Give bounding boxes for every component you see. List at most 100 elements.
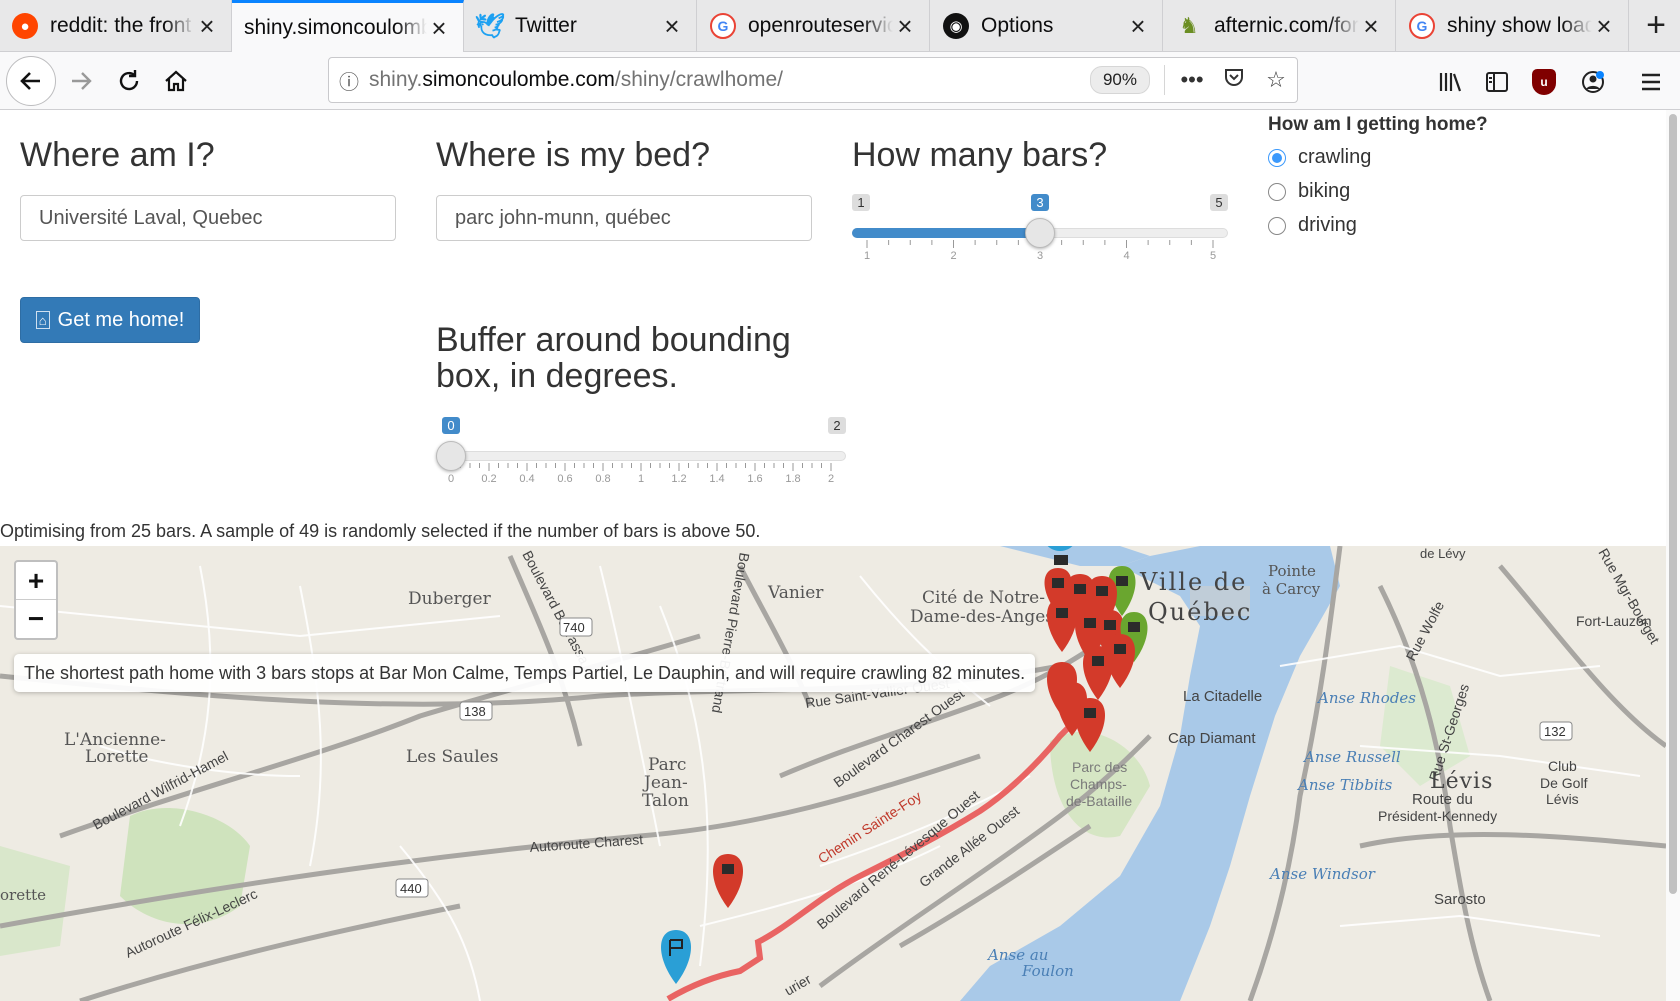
map-label-cite2: Dame-des-Anges bbox=[910, 607, 1054, 627]
radio-label: biking bbox=[1298, 180, 1351, 202]
slider-max-label: 5 bbox=[1210, 194, 1228, 211]
svg-text:132: 132 bbox=[1544, 724, 1566, 739]
tab-title: Options bbox=[981, 14, 1126, 38]
map[interactable]: Duberger Vanier Cité de Notre- Dame-des-… bbox=[0, 546, 1666, 1001]
zoom-out-button[interactable]: − bbox=[16, 600, 56, 638]
map-label-citadelle: La Citadelle bbox=[1183, 688, 1262, 705]
zoom-level[interactable]: 90% bbox=[1089, 66, 1150, 94]
bars-slider[interactable]: 1 3 5 1 2 3 4 5 bbox=[852, 194, 1228, 266]
slider-handle[interactable] bbox=[1025, 218, 1055, 248]
google-icon: G bbox=[710, 13, 736, 39]
app-content: Where am I? Université Laval, Quebec Whe… bbox=[0, 110, 1666, 1001]
radio-label: driving bbox=[1298, 214, 1357, 236]
tab-shiny-show-loading[interactable]: G shiny show loading × bbox=[1397, 0, 1629, 52]
close-icon[interactable]: × bbox=[195, 13, 219, 39]
map-label-club3: Lévis bbox=[1546, 791, 1579, 807]
slider-track bbox=[436, 451, 846, 461]
page-scrollbar[interactable] bbox=[1666, 110, 1680, 1001]
home-button[interactable] bbox=[153, 58, 199, 104]
destination-input[interactable]: parc john-munn, québec bbox=[436, 195, 812, 241]
map-label-club1: Club bbox=[1548, 758, 1577, 774]
map-label-duberger: Duberger bbox=[408, 589, 492, 609]
map-road-mgr-bourget: Rue Mgr-Bourget bbox=[1595, 546, 1663, 647]
slider-tick-label: 2 bbox=[950, 250, 957, 262]
reload-icon bbox=[119, 70, 139, 91]
sidebar-icon[interactable] bbox=[1477, 62, 1517, 102]
map-label-champs3: de-Bataille bbox=[1066, 793, 1132, 809]
ublock-icon[interactable]: u bbox=[1524, 62, 1564, 102]
svg-text:440: 440 bbox=[400, 881, 422, 896]
more-actions-icon[interactable]: ••• bbox=[1171, 67, 1213, 93]
map-label-urier: urier bbox=[782, 971, 815, 999]
back-arrow-icon bbox=[20, 72, 40, 90]
url-bar[interactable]: ⓘ shiny.simoncoulombe.com/shiny/crawlhom… bbox=[328, 57, 1298, 103]
buffer-slider[interactable]: 0 2 0 0.2 0.4 0.6 0.8 1 1.2 1.4 1.6 1.8 2 bbox=[436, 417, 846, 489]
tab-reddit[interactable]: ● reddit: the front page of the internet… bbox=[0, 0, 232, 52]
library-icon[interactable] bbox=[1430, 62, 1470, 102]
nav-bar: ⓘ shiny.simoncoulombe.com/shiny/crawlhom… bbox=[0, 52, 1680, 110]
radio-driving[interactable]: driving bbox=[1268, 214, 1357, 237]
forward-button[interactable] bbox=[58, 58, 104, 104]
map-label-sarosto: Sarosto bbox=[1434, 891, 1486, 908]
url-text[interactable]: shiny.simoncoulombe.com/shiny/crawlhome/ bbox=[369, 68, 1090, 92]
tab-title: openrouteservice bbox=[748, 14, 893, 38]
map-label-cap: Cap Diamant bbox=[1168, 730, 1256, 747]
shield-740: 740 bbox=[559, 617, 593, 637]
get-home-label: Get me home! bbox=[57, 308, 185, 331]
slider-tick-label: 5 bbox=[1209, 250, 1217, 262]
zoom-control: + − bbox=[14, 560, 58, 640]
zoom-in-button[interactable]: + bbox=[16, 562, 56, 600]
slider-tick-label: 0.4 bbox=[519, 473, 535, 485]
tab-twitter[interactable]: 🕊 Twitter × bbox=[465, 0, 697, 52]
new-tab-button[interactable]: + bbox=[1632, 0, 1680, 52]
river bbox=[1000, 546, 1150, 566]
slider-value-label: 0 bbox=[442, 417, 460, 434]
close-icon[interactable]: × bbox=[893, 13, 917, 39]
reload-button[interactable] bbox=[106, 58, 152, 104]
google-icon: G bbox=[1409, 13, 1435, 39]
tab-title: afternic.com/forsale bbox=[1214, 14, 1359, 38]
map-label-vanier: Vanier bbox=[767, 583, 824, 603]
pocket-icon[interactable] bbox=[1213, 66, 1255, 94]
info-icon[interactable]: ⓘ bbox=[329, 66, 369, 95]
close-icon[interactable]: × bbox=[1359, 13, 1383, 39]
tab-title: shiny show loading bbox=[1447, 14, 1592, 38]
map-label-cite: Cité de Notre- bbox=[922, 588, 1045, 608]
bed-label: Where is my bed? bbox=[436, 136, 710, 174]
radio-biking[interactable]: biking bbox=[1268, 180, 1350, 203]
shield-440: 440 bbox=[395, 878, 429, 898]
bookmark-star-icon[interactable]: ☆ bbox=[1255, 67, 1297, 93]
radio-button[interactable] bbox=[1268, 148, 1286, 167]
radio-button[interactable] bbox=[1268, 216, 1286, 235]
map-label-pointe2: à Carcy bbox=[1262, 580, 1321, 598]
origin-input[interactable]: Université Laval, Quebec bbox=[20, 195, 396, 241]
scrollbar-thumb[interactable] bbox=[1669, 114, 1677, 894]
close-icon[interactable]: × bbox=[427, 15, 451, 41]
slider-value-label: 3 bbox=[1031, 194, 1049, 211]
tab-shiny[interactable]: shiny.simoncoulombe.com × bbox=[232, 0, 464, 53]
tab-afternic[interactable]: ♞ afternic.com/forsale × bbox=[1164, 0, 1396, 52]
map-label-orette: orette bbox=[0, 886, 46, 904]
radio-crawling[interactable]: crawling bbox=[1268, 146, 1371, 169]
slider-max-label: 2 bbox=[828, 417, 846, 434]
radio-button[interactable] bbox=[1268, 182, 1286, 201]
map-tiles: Duberger Vanier Cité de Notre- Dame-des-… bbox=[0, 546, 1666, 1001]
map-label-anse-russell: Anse Russell bbox=[1302, 748, 1401, 766]
account-icon[interactable] bbox=[1573, 62, 1613, 102]
back-button[interactable] bbox=[6, 56, 56, 106]
tab-openrouteservice[interactable]: G openrouteservice × bbox=[698, 0, 930, 52]
map-label-de-levy: de Lévy bbox=[1420, 546, 1466, 561]
close-icon[interactable]: × bbox=[660, 13, 684, 39]
map-label-lorette: Lorette bbox=[85, 747, 148, 767]
slider-handle[interactable] bbox=[436, 441, 466, 471]
get-home-button[interactable]: ⌂ Get me home! bbox=[20, 297, 200, 343]
slider-min-label: 1 bbox=[852, 194, 870, 211]
tab-options[interactable]: ◉ Options × bbox=[931, 0, 1163, 52]
menu-icon[interactable] bbox=[1631, 62, 1671, 102]
map-label-champs1: Parc des bbox=[1072, 759, 1127, 775]
radio-label: crawling bbox=[1298, 146, 1372, 168]
close-icon[interactable]: × bbox=[1592, 13, 1616, 39]
close-icon[interactable]: × bbox=[1126, 13, 1150, 39]
slider-tick-label: 1.6 bbox=[747, 473, 763, 485]
shield-132: 132 bbox=[1539, 721, 1573, 741]
